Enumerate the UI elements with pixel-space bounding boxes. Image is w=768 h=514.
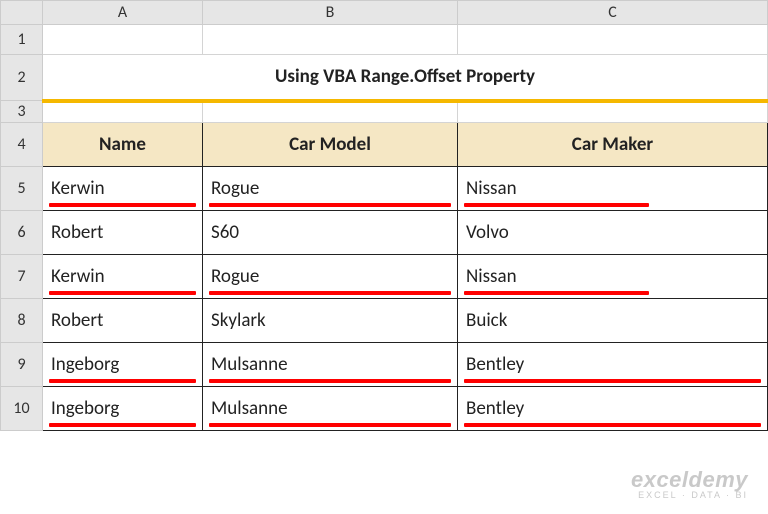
header-name[interactable]: Name [43, 123, 203, 167]
spreadsheet: A B C 1 2 Using VBA Range.Offset Propert… [0, 0, 768, 431]
row-header-9[interactable]: 9 [1, 343, 43, 387]
header-model[interactable]: Car Model [203, 123, 458, 167]
cell-A1[interactable] [43, 25, 203, 55]
column-header-row: A B C [1, 1, 768, 25]
cell-A6[interactable]: Robert [43, 211, 203, 255]
cell-B9[interactable]: Mulsanne [203, 343, 458, 387]
row-header-2[interactable]: 2 [1, 55, 43, 101]
watermark: exceldemy EXCEL · DATA · BI [631, 469, 748, 500]
cell-B10[interactable]: Mulsanne [203, 387, 458, 431]
cell-B1[interactable] [203, 25, 458, 55]
cell-A10[interactable]: Ingeborg [43, 387, 203, 431]
cell-C9[interactable]: Bentley [458, 343, 768, 387]
watermark-tag: EXCEL · DATA · BI [631, 491, 748, 500]
header-maker[interactable]: Car Maker [458, 123, 768, 167]
row-header-10[interactable]: 10 [1, 387, 43, 431]
row-header-6[interactable]: 6 [1, 211, 43, 255]
row-header-4[interactable]: 4 [1, 123, 43, 167]
row-header-3[interactable]: 3 [1, 101, 43, 123]
row-header-8[interactable]: 8 [1, 299, 43, 343]
cell-A5[interactable]: Kerwin [43, 167, 203, 211]
col-header-B[interactable]: B [203, 1, 458, 25]
row-header-5[interactable]: 5 [1, 167, 43, 211]
cell-C7[interactable]: Nissan [458, 255, 768, 299]
cell-B7[interactable]: Rogue [203, 255, 458, 299]
cell-A3[interactable] [43, 101, 203, 123]
title-cell[interactable]: Using VBA Range.Offset Property [43, 55, 768, 101]
cell-B5[interactable]: Rogue [203, 167, 458, 211]
watermark-brand: exceldemy [631, 469, 748, 491]
select-all-corner[interactable] [1, 1, 43, 25]
cell-A8[interactable]: Robert [43, 299, 203, 343]
cell-B3[interactable] [203, 101, 458, 123]
col-header-C[interactable]: C [458, 1, 768, 25]
cell-C3[interactable] [458, 101, 768, 123]
row-header-1[interactable]: 1 [1, 25, 43, 55]
cell-A7[interactable]: Kerwin [43, 255, 203, 299]
cell-C8[interactable]: Buick [458, 299, 768, 343]
cell-B8[interactable]: Skylark [203, 299, 458, 343]
row-header-7[interactable]: 7 [1, 255, 43, 299]
cell-C6[interactable]: Volvo [458, 211, 768, 255]
cell-A9[interactable]: Ingeborg [43, 343, 203, 387]
col-header-A[interactable]: A [43, 1, 203, 25]
cell-C5[interactable]: Nissan [458, 167, 768, 211]
cell-B6[interactable]: S60 [203, 211, 458, 255]
cell-C10[interactable]: Bentley [458, 387, 768, 431]
cell-C1[interactable] [458, 25, 768, 55]
